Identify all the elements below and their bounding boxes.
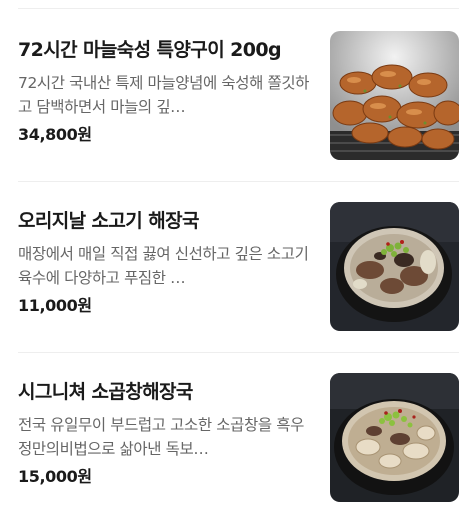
menu-item-text: 72시간 마늘숙성 특양구이 200g 72시간 국내산 특제 마늘양념에 숙성… bbox=[18, 37, 313, 146]
beef-intestine-soup-photo bbox=[330, 373, 459, 502]
menu-item-description: 전국 유일무이 부드럽고 고소한 소곱창을 흑우정만의비법으로 삶아낸 독보… bbox=[18, 416, 304, 458]
divider bbox=[18, 8, 459, 9]
menu-list: 72시간 마늘숙성 특양구이 200g 72시간 국내산 특제 마늘양념에 숙성… bbox=[0, 0, 469, 512]
beef-hangover-soup-photo bbox=[330, 202, 459, 331]
menu-item-intestine-soup[interactable]: 시그니쳐 소곱창해장국 전국 유일무이 부드럽고 고소한 소곱창을 흑우정만의비… bbox=[0, 373, 469, 503]
divider bbox=[18, 352, 459, 353]
menu-item-price: 34,800원 bbox=[18, 125, 92, 144]
menu-item-price: 15,000원 bbox=[18, 467, 92, 486]
menu-item-garlic-tripe[interactable]: 72시간 마늘숙성 특양구이 200g 72시간 국내산 특제 마늘양념에 숙성… bbox=[0, 31, 469, 161]
menu-item-beef-soup[interactable]: 오리지날 소고기 해장국 매장에서 매일 직접 끓여 신선하고 깊은 소고기 육… bbox=[0, 202, 469, 332]
menu-item-title: 오리지날 소고기 해장국 bbox=[18, 210, 199, 232]
grilled-tripe-photo bbox=[330, 31, 459, 160]
menu-item-text: 오리지날 소고기 해장국 매장에서 매일 직접 끓여 신선하고 깊은 소고기 육… bbox=[18, 208, 313, 317]
divider bbox=[18, 181, 459, 182]
menu-item-title: 72시간 마늘숙성 특양구이 200g bbox=[18, 39, 282, 61]
menu-item-price: 11,000원 bbox=[18, 296, 92, 315]
menu-item-text: 시그니쳐 소곱창해장국 전국 유일무이 부드럽고 고소한 소곱창을 흑우정만의비… bbox=[18, 379, 313, 488]
menu-item-description: 매장에서 매일 직접 끓여 신선하고 깊은 소고기 육수에 다양하고 푸짐한 … bbox=[18, 245, 309, 287]
menu-item-description: 72시간 국내산 특제 마늘양념에 숙성해 쫄깃하고 담백하면서 마늘의 깊… bbox=[18, 74, 310, 116]
menu-item-title: 시그니쳐 소곱창해장국 bbox=[18, 381, 193, 403]
